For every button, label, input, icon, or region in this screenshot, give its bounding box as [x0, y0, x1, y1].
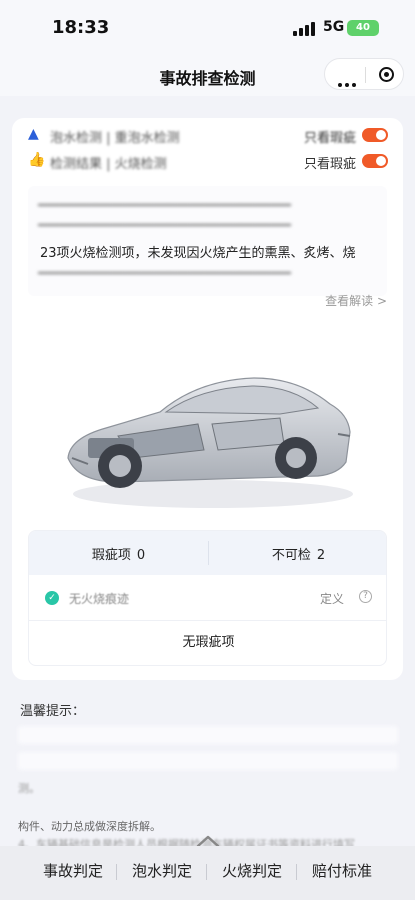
uncheckable-label: 不可检 — [271, 548, 311, 563]
tips-blur-line — [18, 752, 398, 770]
tab-flood[interactable]: 泡水判定 — [132, 860, 192, 881]
summary-blur-line: ━━━━━━━━━━━━━━━━━━━━━━━━━━━━━━━━━━━ — [38, 198, 291, 212]
uncheckable-count: 2 — [316, 548, 326, 563]
no-defect-label: 无瑕疵项 — [182, 635, 235, 650]
tab-fire[interactable]: 火烧判定 — [222, 860, 282, 881]
defect-tab[interactable]: 瑕疵项 0 — [29, 544, 208, 563]
tab-separator — [206, 864, 207, 880]
summary-box: ━━━━━━━━━━━━━━━━━━━━━━━━━━━━━━━━━━━ ━━━━… — [28, 186, 387, 296]
mini-program-capsule — [324, 58, 404, 90]
fire-trace-label: 无火烧痕迹 — [69, 592, 130, 606]
tab-accident[interactable]: 事故判定 — [43, 860, 103, 881]
fire-inspection-card: ━━━━━━━━━━━━━━━━━━━━━━━━━━━━━━━━━━━ ━━━━… — [12, 178, 403, 680]
summary-blur-line: ━━━━━━━━━━━━━━━━━━━━━━━━━━━━━━━━━━━ — [38, 218, 291, 232]
tips-line: 构件、动力总成做深度拆解。 — [18, 820, 161, 833]
battery-icon: 40 — [347, 20, 379, 36]
filter-text: 泡水检测 | 重泡水检测 — [50, 131, 180, 146]
filter-row-fire: 👍 检测结果 | 火烧检测 只看瑕疵 — [28, 150, 388, 172]
check-icon: ✓ — [45, 591, 59, 605]
uncheckable-tab[interactable]: 不可检 2 — [209, 544, 386, 563]
thumbs-up-icon: 👍 — [28, 152, 46, 168]
summary-blur-line: ━━━━━━━━━━━━━━━━━━━━━━━━━━━━━━━━━━━ — [38, 266, 291, 280]
definition-link[interactable]: 定义 — [320, 590, 344, 607]
only-defect-toggle[interactable] — [362, 128, 388, 142]
summary-text: 23项火烧检测项，未发现因火烧产生的熏黑、炙烤、烧 — [40, 246, 356, 261]
fire-trace-row[interactable]: ✓ 无火烧痕迹 定义 ? — [29, 575, 386, 621]
more-icon[interactable] — [338, 72, 359, 91]
tab-separator — [116, 864, 117, 880]
signal-icon — [293, 22, 317, 36]
only-defect-label: 只看瑕疵 — [303, 131, 356, 146]
tips-line: 测。 — [18, 782, 40, 795]
only-defect-label: 只看瑕疵 — [303, 157, 356, 172]
status-time: 18:33 — [52, 17, 110, 38]
stats-header: 瑕疵项 0 不可检 2 — [29, 531, 386, 575]
read-more-link[interactable]: 查看解读 > — [325, 292, 387, 309]
tips-blur-line — [18, 726, 398, 744]
tab-compensation[interactable]: 赔付标准 — [312, 860, 372, 881]
tips-title: 温馨提示： — [20, 704, 86, 719]
help-icon[interactable]: ? — [359, 590, 372, 603]
tab-separator — [296, 864, 297, 880]
status-bar: 18:33 5G 40 — [0, 0, 415, 56]
capsule-divider — [365, 67, 366, 83]
diamond-icon: ▲ — [28, 126, 39, 142]
filter-text: 检测结果 | 火烧检测 — [50, 157, 167, 172]
filter-area: ▲ 泡水检测 | 重泡水检测 只看瑕疵 👍 检测结果 | 火烧检测 只看瑕疵 — [12, 118, 403, 180]
car-cutaway-image — [67, 377, 353, 508]
stats-box: 瑕疵项 0 不可检 2 ✓ 无火烧痕迹 定义 ? 无瑕疵项 — [28, 530, 387, 666]
only-defect-toggle[interactable] — [362, 154, 388, 168]
filter-row-water: ▲ 泡水检测 | 重泡水检测 只看瑕疵 — [28, 124, 388, 146]
nav-bar: 事故排查检测 — [0, 56, 415, 96]
defect-count: 0 — [136, 548, 146, 563]
defect-label: 瑕疵项 — [91, 548, 131, 563]
bottom-tab-bar: 事故判定 泡水判定 火烧判定 赔付标准 — [0, 846, 415, 900]
network-label: 5G — [323, 19, 345, 35]
close-target-icon[interactable] — [379, 67, 394, 82]
